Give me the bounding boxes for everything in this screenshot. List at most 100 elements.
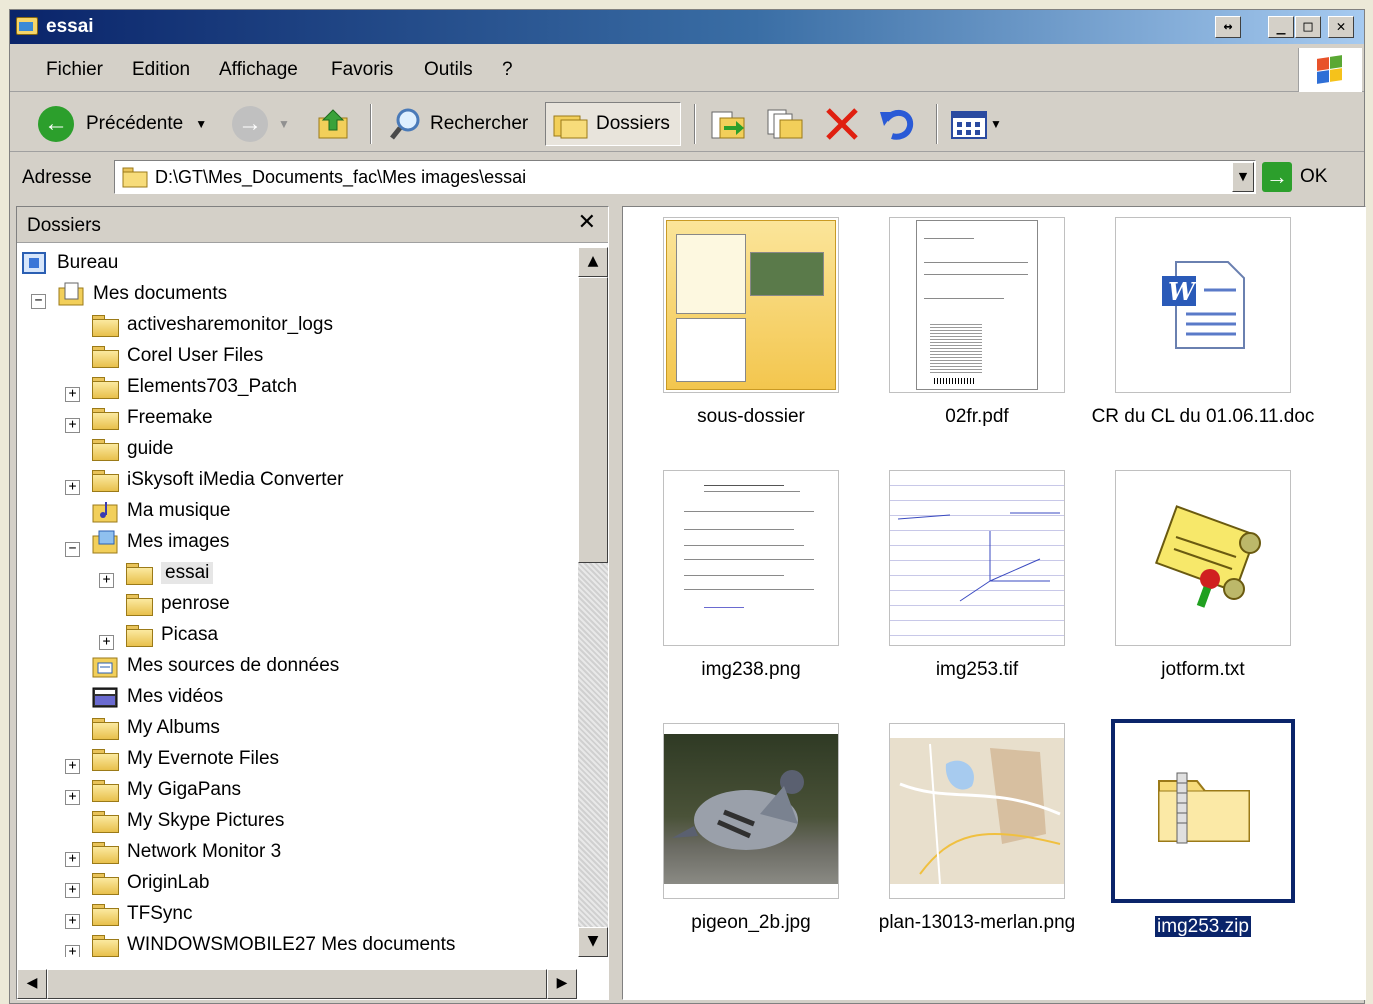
back-dropdown-icon[interactable]: ▼	[195, 117, 207, 131]
tree-item-folder[interactable]: iSkysoft iMedia Converter	[91, 466, 343, 494]
folder-icon	[91, 469, 119, 492]
file-item[interactable]: img238.png	[639, 470, 863, 682]
collapse-toggle[interactable]: −	[31, 294, 46, 309]
scroll-up-button[interactable]: ▲	[578, 247, 608, 277]
go-button[interactable]: → OK	[1262, 160, 1327, 194]
scroll-down-button[interactable]: ▼	[578, 927, 608, 957]
expand-toggle[interactable]: +	[65, 945, 80, 957]
expand-toggle[interactable]: +	[99, 573, 114, 588]
expand-toggle[interactable]: +	[99, 635, 114, 650]
file-item[interactable]: sous-dossier	[639, 217, 863, 429]
tree-item-essai-selected[interactable]: essai	[125, 559, 214, 587]
menu-edition[interactable]: Edition	[132, 59, 190, 81]
tree-item-data-sources[interactable]: Mes sources de données	[91, 652, 339, 680]
title-bar[interactable]: essai ↔ _ □ ✕	[10, 10, 1364, 44]
address-dropdown-button[interactable]: ▼	[1232, 162, 1254, 192]
tree-item-folder[interactable]: penrose	[125, 590, 230, 618]
scroll-right-button[interactable]: ▶	[547, 969, 577, 999]
views-dropdown-icon[interactable]: ▼	[990, 117, 1002, 131]
forward-dropdown-icon[interactable]: ▼	[278, 117, 290, 131]
folder-tree-vertical-scrollbar[interactable]: ▲ ▼	[578, 247, 608, 957]
window-title: essai	[46, 16, 94, 37]
tree-item-folder[interactable]: My GigaPans	[91, 776, 241, 804]
file-name: jotform.txt	[1161, 659, 1245, 680]
tree-item-folder[interactable]: TFSync	[91, 900, 192, 928]
file-item[interactable]: pigeon_2b.jpg	[639, 723, 863, 935]
file-item[interactable]: 02fr.pdf	[865, 217, 1089, 429]
expand-toggle[interactable]: +	[65, 852, 80, 867]
tree-item-folder[interactable]: My Albums	[91, 714, 220, 742]
tree-item-folder[interactable]: Freemake	[91, 404, 213, 432]
delete-button[interactable]	[822, 102, 862, 146]
resize-button[interactable]: ↔	[1215, 16, 1241, 38]
tree-item-folder[interactable]: Elements703_Patch	[91, 373, 297, 401]
tree-item-folder[interactable]: My Skype Pictures	[91, 807, 284, 835]
tree-item-mes-images[interactable]: Mes images	[91, 528, 229, 556]
file-item[interactable]: jotform.txt	[1091, 470, 1315, 682]
tree-item-folder[interactable]: Corel User Files	[91, 342, 263, 370]
copy-to-button[interactable]	[764, 102, 804, 146]
collapse-toggle[interactable]: −	[65, 542, 80, 557]
folders-pane-title: Dossiers	[27, 215, 101, 236]
open-folder-icon	[125, 562, 153, 585]
folder-icon	[91, 717, 119, 740]
scroll-left-button[interactable]: ◀	[17, 969, 47, 999]
file-view[interactable]: sous-dossier 02fr.pdf W CR du CL du 01.0…	[622, 206, 1366, 1000]
zip-folder-icon	[1111, 719, 1295, 903]
tree-item-mes-documents[interactable]: Mes documents	[57, 280, 227, 308]
menu-outils[interactable]: Outils	[424, 59, 473, 81]
menu-affichage[interactable]: Affichage	[219, 59, 298, 81]
file-name: img238.png	[701, 659, 801, 680]
tree-item-folder[interactable]: Picasa	[125, 621, 218, 649]
folder-icon	[91, 748, 119, 771]
folder-tree-horizontal-scrollbar[interactable]: ◀ ▶	[17, 969, 577, 999]
forward-button[interactable]: → ▼	[232, 102, 290, 146]
expand-toggle[interactable]: +	[65, 883, 80, 898]
file-item[interactable]: img253.tif	[865, 470, 1089, 682]
tree-item-folder[interactable]: WINDOWSMOBILE27 Mes documents	[91, 931, 455, 957]
horizontal-scroll-thumb[interactable]	[47, 969, 547, 999]
copy-to-icon	[767, 109, 803, 139]
folder-tree[interactable]: Bureau − Mes documents activesharemonito…	[17, 247, 577, 957]
tree-item-bureau[interactable]: Bureau	[21, 249, 118, 277]
tree-item-ma-musique[interactable]: Ma musique	[91, 497, 231, 525]
folder-icon	[91, 934, 119, 957]
views-icon	[951, 111, 987, 139]
address-bar: Adresse D:\GT\Mes_Documents_fac\Mes imag…	[10, 156, 1364, 200]
scroll-thumb[interactable]	[578, 277, 608, 563]
forward-arrow-icon: →	[232, 106, 268, 142]
up-folder-button[interactable]	[316, 102, 352, 146]
expand-toggle[interactable]: +	[65, 387, 80, 402]
file-item[interactable]: plan-13013-merlan.png	[865, 723, 1089, 935]
file-item[interactable]: W CR du CL du 01.06.11.doc	[1091, 217, 1315, 429]
png-thumbnail-icon	[663, 470, 839, 646]
tree-item-folder[interactable]: OriginLab	[91, 869, 209, 897]
tree-item-mes-videos[interactable]: Mes vidéos	[91, 683, 223, 711]
expand-toggle[interactable]: +	[65, 759, 80, 774]
back-label: Précédente	[86, 113, 184, 134]
tree-item-folder[interactable]: guide	[91, 435, 174, 463]
maximize-button[interactable]: □	[1295, 16, 1321, 38]
search-button[interactable]: Rechercher	[388, 102, 528, 146]
folders-toggle-button[interactable]: Dossiers	[545, 102, 681, 146]
file-item-selected[interactable]: img253.zip	[1091, 719, 1315, 939]
tree-item-folder[interactable]: My Evernote Files	[91, 745, 279, 773]
menu-fichier[interactable]: Fichier	[46, 59, 103, 81]
move-to-button[interactable]	[708, 102, 748, 146]
expand-toggle[interactable]: +	[65, 480, 80, 495]
close-pane-icon[interactable]: ✕	[578, 210, 596, 235]
minimize-button[interactable]: _	[1268, 16, 1294, 38]
undo-button[interactable]	[878, 102, 918, 146]
close-button[interactable]: ✕	[1328, 16, 1354, 38]
expand-toggle[interactable]: +	[65, 418, 80, 433]
tree-item-folder[interactable]: activesharemonitor_logs	[91, 311, 333, 339]
expand-toggle[interactable]: +	[65, 790, 80, 805]
tree-item-folder[interactable]: Network Monitor 3	[91, 838, 281, 866]
views-button[interactable]: ▼	[950, 102, 1002, 146]
menu-help[interactable]: ?	[502, 59, 513, 81]
menu-favoris[interactable]: Favoris	[331, 59, 393, 81]
expand-toggle[interactable]: +	[65, 914, 80, 929]
back-button[interactable]: ← Précédente ▼	[38, 102, 207, 146]
address-input[interactable]: D:\GT\Mes_Documents_fac\Mes images\essai…	[114, 160, 1256, 194]
data-sources-folder-icon	[92, 657, 118, 678]
